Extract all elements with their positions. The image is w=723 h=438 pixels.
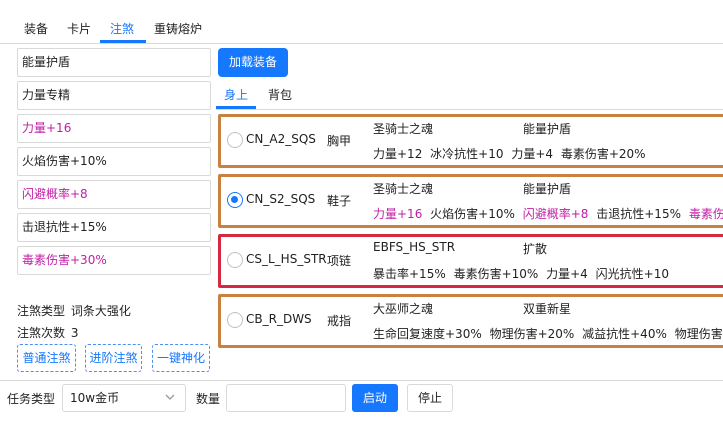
equipment-stat: 物理伤害+10% bbox=[674, 327, 723, 341]
equipment-skill-primary: 圣骑士之魂 bbox=[373, 122, 434, 136]
equipment-stats: 力量+12 冰冷抗性+10 力量+4 毒素伤害+20% bbox=[373, 145, 650, 162]
stop-button[interactable]: 停止 bbox=[407, 384, 453, 412]
equipment-radio[interactable] bbox=[227, 132, 243, 148]
tab-equipped[interactable]: 身上 bbox=[224, 86, 248, 103]
tab-backpack[interactable]: 背包 bbox=[268, 86, 292, 103]
equipment-skill-primary: 大巫师之魂 bbox=[373, 302, 434, 316]
equipment-skill-secondary: 能量护盾 bbox=[523, 122, 572, 136]
equipment-skill-primary: 圣骑士之魂 bbox=[373, 182, 434, 196]
infuse-count-row: 注煞次数 3 bbox=[17, 324, 78, 341]
infuse-type-row: 注煞类型 词条大强化 bbox=[17, 302, 131, 319]
equipment-card-selected[interactable]: CN_S2_SQS 鞋子 圣骑士之魂 能量护盾 力量+16 火焰伤害+10% 闪… bbox=[218, 174, 723, 228]
equipment-sub-tabs: 身上 背包 bbox=[216, 82, 723, 110]
equipment-stat: 毒素伤害+10% bbox=[453, 267, 539, 281]
chevron-down-icon bbox=[165, 394, 175, 400]
advanced-infuse-button[interactable]: 进阶注煞 bbox=[85, 344, 142, 372]
equipment-stat: 击退抗性+15% bbox=[596, 207, 681, 221]
equipment-skill-secondary: 扩散 bbox=[523, 242, 548, 256]
equipment-stat: 力量+16 bbox=[373, 207, 423, 221]
attribute-item[interactable]: 闪避概率+8 bbox=[17, 180, 211, 209]
equipment-stat: 冰冷抗性+10 bbox=[430, 147, 504, 161]
equipment-stat: 减益抗性+40% bbox=[582, 327, 667, 341]
equipment-id: CN_A2_SQS bbox=[246, 132, 316, 146]
equipment-stat: 火焰伤害+10% bbox=[430, 207, 515, 221]
top-tab-bar: 装备 卡片 注煞 重铸熔炉 bbox=[0, 0, 723, 44]
equipment-slot: 鞋子 bbox=[327, 194, 352, 208]
equipment-panel: 加载装备 身上 背包 CN_A2_SQS 胸甲 圣骑士之魂 能量护盾 力量+12… bbox=[216, 44, 723, 374]
attribute-item[interactable]: 火焰伤害+10% bbox=[17, 147, 211, 176]
equipment-stats: 生命回复速度+30% 物理伤害+20% 减益抗性+40% 物理伤害+10% bbox=[373, 325, 723, 342]
quantity-input[interactable] bbox=[226, 384, 346, 412]
start-button[interactable]: 启动 bbox=[352, 384, 398, 412]
equipment-stat: 力量+4 bbox=[546, 267, 588, 281]
infuse-count-value: 3 bbox=[70, 326, 79, 340]
equipment-card[interactable]: CS_L_HS_STR 项链 EBFS_HS_STR 扩散 暴击率+15% 毒素… bbox=[218, 234, 723, 288]
infuse-count-label: 注煞次数 bbox=[17, 326, 66, 340]
equipment-id: CB_R_DWS bbox=[246, 312, 312, 326]
equipment-slot: 项链 bbox=[327, 254, 352, 268]
equipment-stat: 力量+12 bbox=[373, 147, 423, 161]
load-equipment-button[interactable]: 加载装备 bbox=[218, 48, 288, 77]
equipment-skill-primary: EBFS_HS_STR bbox=[373, 240, 456, 254]
attribute-item[interactable]: 力量+16 bbox=[17, 114, 211, 143]
equipment-id: CN_S2_SQS bbox=[246, 192, 316, 206]
tab-infuse[interactable]: 注煞 bbox=[110, 20, 134, 37]
equipment-stat: 物理伤害+20% bbox=[489, 327, 575, 341]
section-divider bbox=[0, 380, 723, 381]
attribute-item[interactable]: 能量护盾 bbox=[17, 48, 211, 77]
attribute-item[interactable]: 击退抗性+15% bbox=[17, 213, 211, 242]
equipment-radio-checked[interactable] bbox=[227, 192, 243, 208]
attribute-item[interactable]: 毒素伤害+30% bbox=[17, 246, 211, 275]
infuse-attribute-panel: 能量护盾 力量专精 力量+16 火焰伤害+10% 闪避概率+8 击退抗性+15%… bbox=[12, 44, 215, 374]
equipment-stat: 暴击率+15% bbox=[373, 267, 446, 281]
quantity-label: 数量 bbox=[196, 392, 221, 406]
equipment-stats: 暴击率+15% 毒素伤害+10% 力量+4 闪光抗性+10 bbox=[373, 265, 673, 282]
equipment-stat: 闪避概率+8 bbox=[522, 207, 589, 221]
tab-cards[interactable]: 卡片 bbox=[67, 20, 91, 37]
tab-equipment[interactable]: 装备 bbox=[24, 20, 48, 37]
equipment-stat: 力量+4 bbox=[511, 147, 554, 161]
equipment-radio[interactable] bbox=[227, 252, 243, 268]
attribute-item[interactable]: 力量专精 bbox=[17, 81, 211, 110]
task-type-value: 10w金币 bbox=[70, 391, 120, 405]
equipment-slot: 胸甲 bbox=[327, 134, 352, 148]
equipment-skill-secondary: 双重新星 bbox=[523, 302, 572, 316]
equipment-skill-secondary: 能量护盾 bbox=[523, 182, 572, 196]
task-type-select[interactable]: 10w金币 bbox=[62, 384, 186, 412]
active-tab-indicator bbox=[100, 40, 146, 43]
equipment-stat: 毒素伤害+20% bbox=[560, 147, 646, 161]
normal-infuse-button[interactable]: 普通注煞 bbox=[17, 344, 76, 372]
active-sub-tab-indicator bbox=[216, 106, 256, 109]
infuse-type-label: 注煞类型 bbox=[17, 304, 66, 318]
equipment-radio[interactable] bbox=[227, 312, 243, 328]
equipment-id: CS_L_HS_STR bbox=[246, 252, 327, 266]
equipment-slot: 戒指 bbox=[327, 314, 352, 328]
equipment-stat: 毒素伤害+30% bbox=[688, 207, 723, 221]
task-type-label: 任务类型 bbox=[7, 392, 56, 406]
equipment-stat: 生命回复速度+30% bbox=[373, 327, 482, 341]
infuse-type-value: 词条大强化 bbox=[70, 304, 131, 318]
equipment-stat: 闪光抗性+10 bbox=[595, 267, 669, 281]
equipment-card[interactable]: CN_A2_SQS 胸甲 圣骑士之魂 能量护盾 力量+12 冰冷抗性+10 力量… bbox=[218, 114, 723, 168]
tab-reforge-furnace[interactable]: 重铸熔炉 bbox=[154, 20, 202, 37]
equipment-card[interactable]: CB_R_DWS 戒指 大巫师之魂 双重新星 生命回复速度+30% 物理伤害+2… bbox=[218, 294, 723, 348]
one-click-deify-button[interactable]: 一键神化 bbox=[152, 344, 210, 372]
equipment-stats: 力量+16 火焰伤害+10% 闪避概率+8 击退抗性+15% 毒素伤害+30% bbox=[373, 205, 723, 222]
